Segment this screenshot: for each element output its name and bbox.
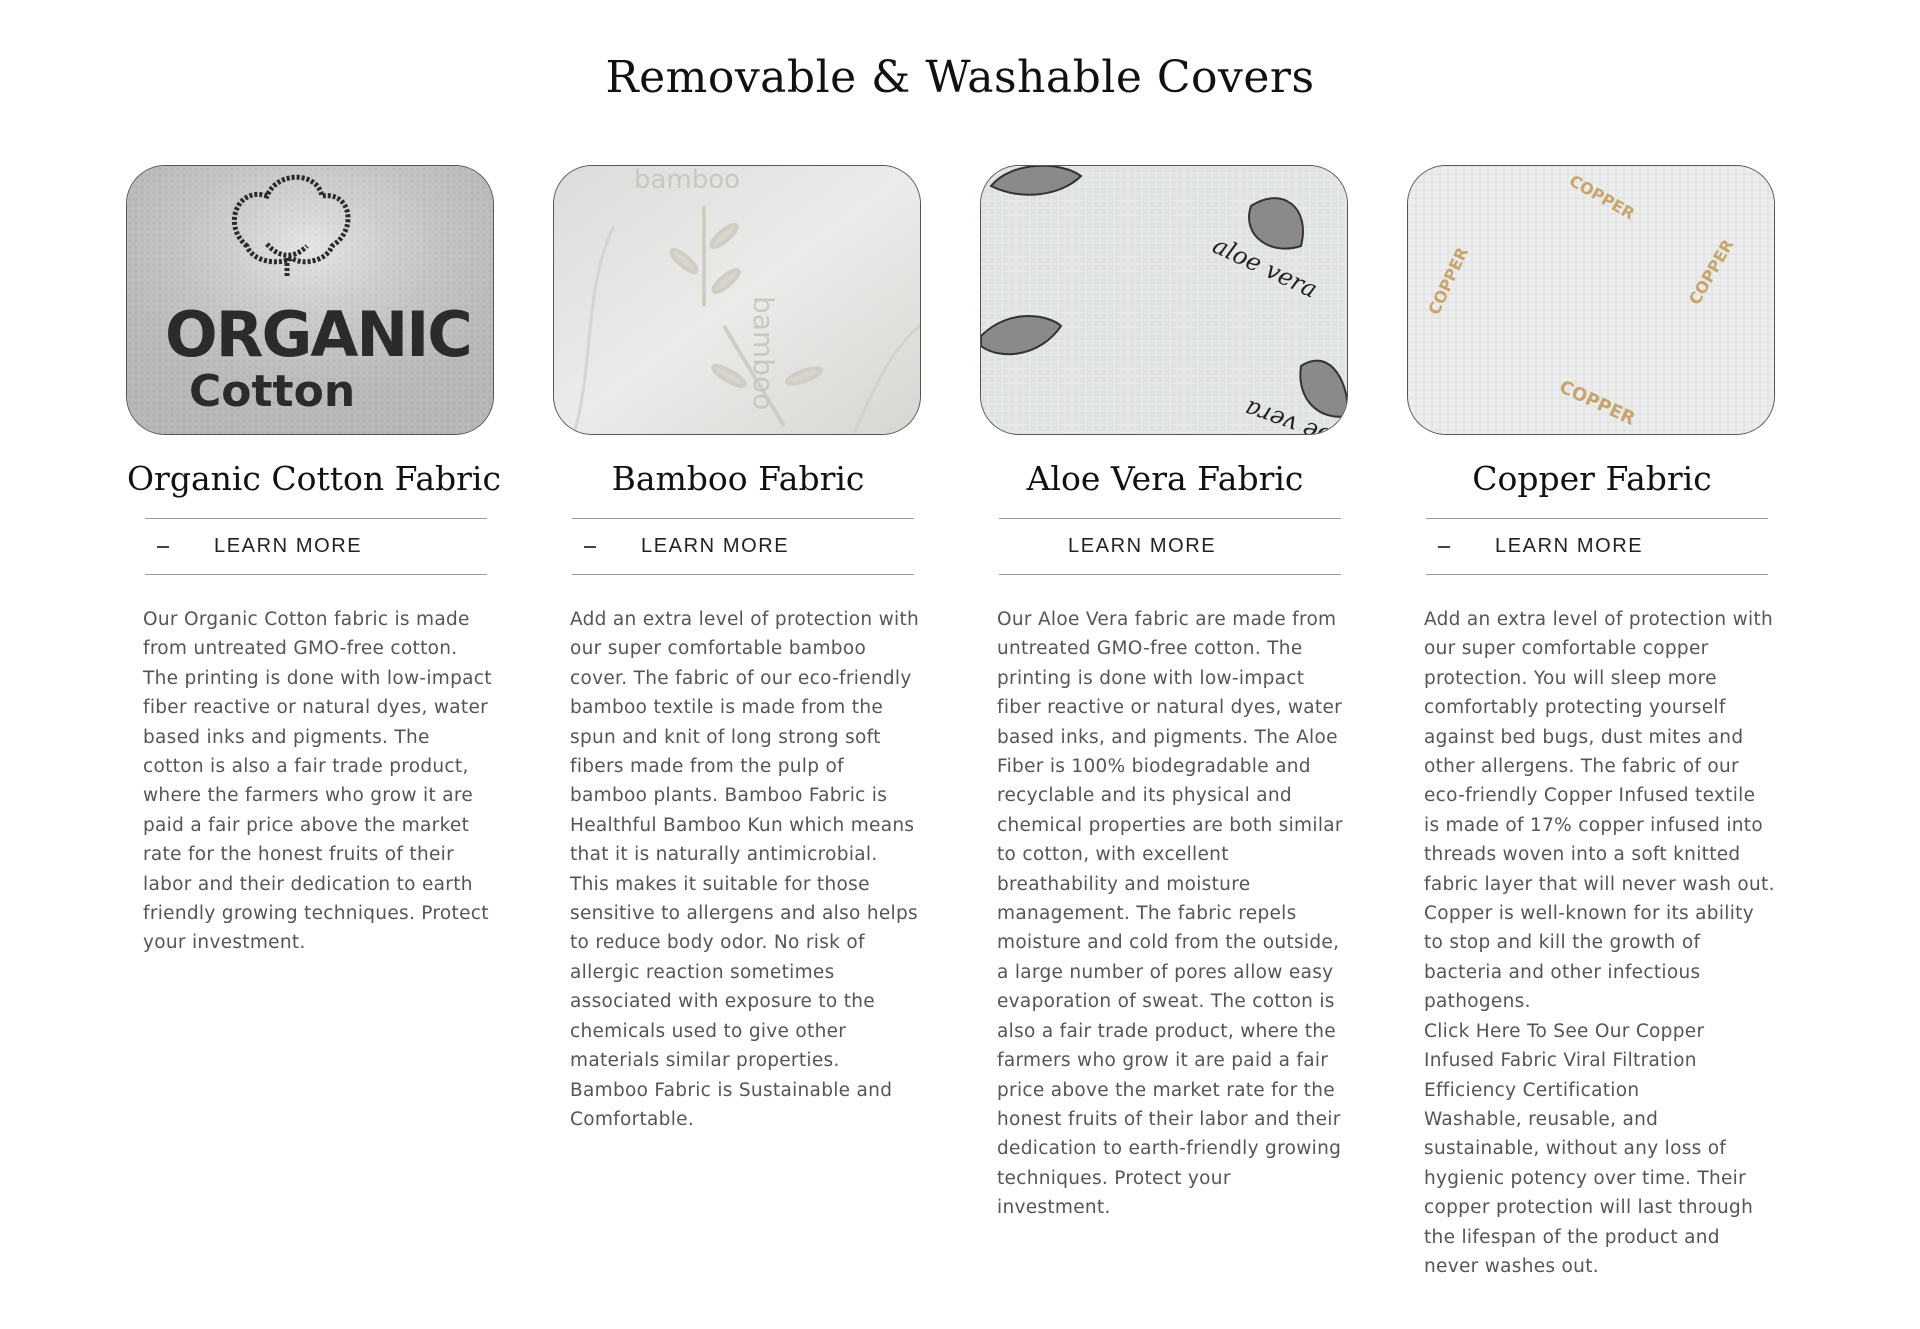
bamboo-print-text-vertical: bamboo	[747, 296, 780, 410]
organic-print-text: ORGANIC	[165, 298, 471, 371]
description-paragraph: Add an extra level of protection with ou…	[1424, 609, 1775, 1013]
fabric-description: Add an extra level of protection with ou…	[1424, 605, 1776, 1281]
fabric-description: Our Aloe Vera fabric are made from untre…	[997, 605, 1349, 1223]
certification-link[interactable]: Click Here To See Our Copper Infused Fab…	[1424, 1017, 1776, 1105]
fabric-title: Organic Cotton Fabric	[127, 459, 501, 498]
fabric-card-aloe-vera: aloe vera aloe vera Aloe Vera Fabric LEA…	[981, 166, 1349, 1223]
description-paragraph: Washable, reusable, and sustainable, wit…	[1424, 1108, 1754, 1277]
minus-icon	[1438, 545, 1450, 548]
learn-more-toggle[interactable]: LEARN MORE	[572, 518, 914, 575]
description-paragraph: Our Aloe Vera fabric are made from untre…	[997, 609, 1343, 1219]
copper-fabric-image: COPPER COPPER COPPER COPPER	[1408, 166, 1774, 434]
learn-more-label: LEARN MORE	[641, 535, 790, 557]
bamboo-fabric-image: bamboo bamboo	[554, 166, 920, 434]
learn-more-toggle[interactable]: LEARN MORE	[1426, 518, 1768, 575]
bamboo-print-text: bamboo	[634, 166, 740, 195]
fabric-card-bamboo: bamboo bamboo Bamboo Fabric LEARN MORE A…	[554, 166, 922, 1134]
learn-more-toggle[interactable]: LEARN MORE	[999, 518, 1341, 575]
learn-more-toggle[interactable]: LEARN MORE	[145, 518, 487, 575]
aloe-vera-fabric-image: aloe vera aloe vera	[981, 166, 1347, 434]
fabric-title: Aloe Vera Fabric	[1026, 459, 1304, 498]
learn-more-label: LEARN MORE	[214, 535, 363, 557]
fabric-card-organic-cotton: ORGANIC Cotton Organic Cotton Fabric LEA…	[127, 166, 501, 958]
fabric-title: Copper Fabric	[1472, 459, 1712, 498]
minus-icon	[157, 545, 169, 548]
fabric-description: Our Organic Cotton fabric is made from u…	[143, 605, 495, 958]
description-paragraph: Add an extra level of protection with ou…	[570, 609, 920, 1130]
cotton-print-text: Cotton	[189, 366, 355, 417]
minus-icon	[584, 545, 596, 548]
fabric-title: Bamboo Fabric	[611, 459, 865, 498]
learn-more-label: LEARN MORE	[1068, 535, 1217, 557]
fabric-description: Add an extra level of protection with ou…	[570, 605, 922, 1134]
fabric-card-copper: COPPER COPPER COPPER COPPER Copper Fabri…	[1408, 166, 1776, 1281]
organic-cotton-fabric-image: ORGANIC Cotton	[127, 166, 493, 434]
learn-more-label: LEARN MORE	[1495, 535, 1644, 557]
description-paragraph: Our Organic Cotton fabric is made from u…	[143, 609, 492, 954]
page-title: Removable & Washable Covers	[605, 52, 1315, 103]
